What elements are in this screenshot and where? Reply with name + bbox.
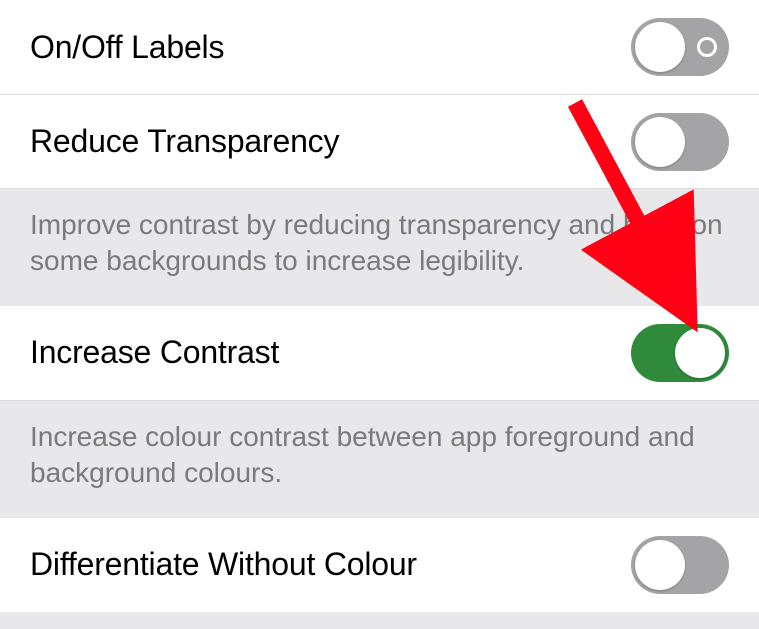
toggle-knob [635,22,685,72]
increase-contrast-description: Increase colour contrast between app for… [0,400,759,518]
differentiate-colour-label: Differentiate Without Colour [30,546,417,583]
reduce-transparency-label: Reduce Transparency [30,123,339,160]
toggle-knob [635,117,685,167]
differentiate-colour-toggle[interactable] [631,536,729,594]
onoff-labels-toggle[interactable] [631,18,729,76]
row-onoff-labels: On/Off Labels [0,0,759,94]
row-reduce-transparency: Reduce Transparency [0,94,759,188]
reduce-transparency-toggle[interactable] [631,113,729,171]
settings-list: On/Off Labels Reduce Transparency Improv… [0,0,759,612]
increase-contrast-toggle[interactable] [631,324,729,382]
onoff-labels-label: On/Off Labels [30,29,224,66]
row-differentiate-colour: Differentiate Without Colour [0,518,759,612]
toggle-knob [675,328,725,378]
onoff-circle-icon [697,37,717,57]
reduce-transparency-description: Improve contrast by reducing transparenc… [0,188,759,306]
increase-contrast-label: Increase Contrast [30,334,279,371]
toggle-knob [635,540,685,590]
row-increase-contrast: Increase Contrast [0,306,759,400]
